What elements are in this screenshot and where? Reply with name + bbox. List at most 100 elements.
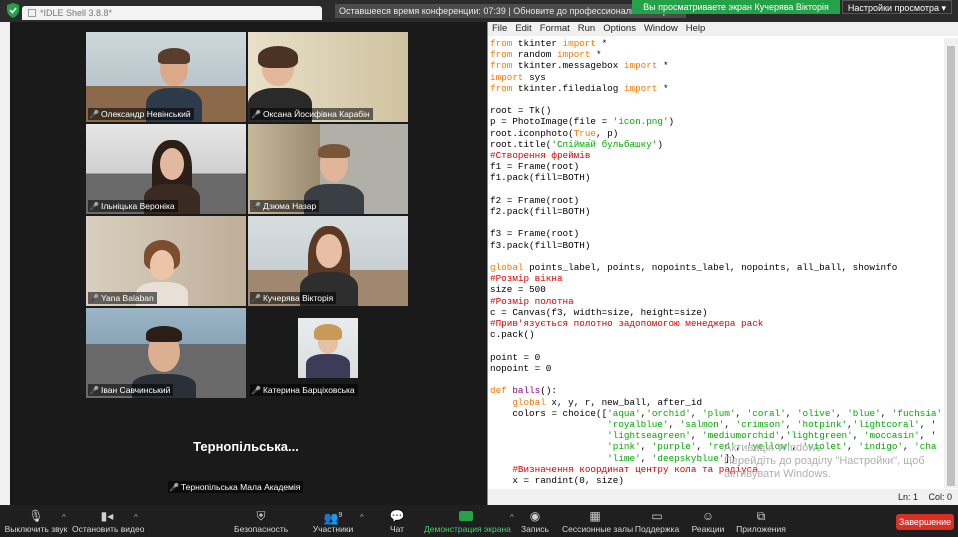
participant-tile[interactable]: 🎤 Оксана Йосифівна Карабін [248, 32, 408, 122]
code-area[interactable]: from tkinter import * from random import … [490, 38, 942, 488]
menu-window[interactable]: Window [644, 23, 678, 34]
share-screen-button[interactable]: Демонстрация экрана [424, 508, 511, 534]
code-token: def [490, 385, 507, 397]
menu-file[interactable]: File [492, 23, 507, 34]
code-token: import [556, 49, 591, 61]
participant-display-label: Тернопільська... [193, 439, 299, 454]
code-token: , [852, 430, 864, 442]
code-token: points_label, points, nopoints_label, no… [523, 262, 898, 274]
muted-mic-icon: 🎤 [89, 110, 99, 119]
code-token: size = 500 [490, 284, 546, 296]
participant-name: 🎤 Дзюма Назар [250, 200, 320, 212]
video-options-caret[interactable]: ^ [134, 513, 138, 522]
code-line: f1 = Frame(root) [490, 161, 942, 172]
code-token: from [490, 60, 513, 72]
code-token: from [490, 82, 513, 94]
code-token: #Визначення координат центру кола та рад… [512, 463, 758, 475]
code-token: (): [540, 385, 557, 397]
code-token: , [836, 407, 848, 419]
participants-options-caret[interactable]: ^ [360, 513, 364, 522]
participant-tile-no-video[interactable]: Тернопільська... 🎤 Тернопільська Мала Ака… [166, 409, 326, 499]
participant-tile[interactable]: 🎤 Yana Balaban [86, 216, 246, 306]
participant-name: 🎤 Тернопільська Мала Академія [168, 481, 304, 493]
code-token: 'olive' [796, 407, 837, 419]
menu-help[interactable]: Help [686, 23, 706, 34]
audio-options-caret[interactable]: ^ [62, 513, 66, 522]
end-meeting-button[interactable]: Завершение [896, 514, 954, 530]
support-button[interactable]: ▭ Поддержка [634, 508, 680, 534]
apps-button[interactable]: ⧉ Приложения [736, 508, 786, 534]
code-token: * [657, 82, 669, 94]
code-token: f2 = Frame(root) [490, 194, 580, 206]
participant-tile[interactable]: 🎤 Дзюма Назар [248, 124, 408, 214]
code-token: root = Tk() [490, 105, 552, 117]
code-token: p = PhotoImage(file = [490, 116, 613, 128]
participant-tile[interactable]: 🎤 Олександр Невінський [86, 32, 246, 122]
participant-tile[interactable]: 🎤 Ільніцька Вероніка [86, 124, 246, 214]
code-token: #Створення фреймів [490, 150, 591, 162]
code-token: , [696, 441, 708, 453]
participants-count: 9 [338, 512, 343, 519]
menu-options[interactable]: Options [603, 23, 636, 34]
code-token: , [785, 407, 797, 419]
participant-tile[interactable]: 🎤 Іван Савчинський [86, 308, 246, 398]
participants-button[interactable]: 👥9 Участники [308, 508, 358, 534]
menu-format[interactable]: Format [540, 23, 570, 34]
code-token: colors = choice([ [490, 407, 608, 419]
code-token: 'icon.png' [612, 116, 669, 128]
breakout-rooms-button[interactable]: ▦ Сессионные залы [562, 508, 633, 534]
view-options-button[interactable]: Настройки просмотра ▾ [842, 0, 952, 14]
code-line: #Створення фреймів [490, 150, 942, 161]
muted-mic-icon: 🎤 [251, 386, 261, 395]
reactions-button[interactable]: ☺ Реакции [690, 508, 726, 534]
code-token: , [690, 407, 703, 419]
apps-icon: ⧉ [756, 509, 766, 523]
participant-tile[interactable]: 🎤 Кучерява Вікторія [248, 216, 408, 306]
code-token: , [668, 418, 680, 430]
participant-name: 🎤 Yana Balaban [88, 292, 157, 304]
editor-scrollbar[interactable] [944, 38, 958, 488]
menu-edit[interactable]: Edit [515, 23, 531, 34]
muted-mic-icon: 🎤 [251, 110, 261, 119]
security-button[interactable]: ⛨ Безопасность [234, 508, 288, 534]
code-token: import [623, 82, 658, 94]
idle-tab-title: *IDLE Shell 3.8.8* [40, 8, 113, 18]
mute-button[interactable]: 🎙 Выключить звук [4, 508, 68, 534]
code-line: f3 = Frame(root) [490, 228, 942, 239]
chat-bubble-icon: 💬 [389, 509, 405, 523]
scrollbar-thumb[interactable] [947, 46, 955, 486]
code-token: f3 = Frame(root) [490, 228, 580, 240]
record-button[interactable]: ◉ Запись [520, 508, 550, 534]
share-options-caret[interactable]: ^ [510, 513, 514, 522]
background-window-strip [0, 22, 10, 505]
participant-name: 🎤 Оксана Йосифівна Карабін [250, 108, 373, 120]
participant-name: 🎤 Катерина Барціховська [250, 384, 358, 396]
code-line: #Розмір вікна [490, 273, 942, 284]
stop-video-button[interactable]: ▮◂ Остановить видео [72, 508, 144, 534]
code-line: nopoint = 0 [490, 363, 942, 374]
chat-button[interactable]: 💬 Чат [384, 508, 410, 534]
code-line: f3.pack(fill=BOTH) [490, 240, 942, 251]
code-token: tkinter.filedialog [512, 82, 624, 94]
idle-window-tab[interactable]: *IDLE Shell 3.8.8* [22, 6, 322, 20]
code-line: from tkinter.messagebox import * [490, 60, 942, 71]
menu-run[interactable]: Run [578, 23, 595, 34]
code-line: global x, y, r, new_ball, after_id [490, 397, 942, 408]
participant-tile[interactable]: 🎤 Катерина Барціховська [248, 308, 408, 398]
code-token: , [724, 418, 736, 430]
code-token: 'aqua' [607, 407, 641, 419]
muted-mic-icon: 🎤 [251, 294, 261, 303]
participant-name: 🎤 Олександр Невінський [88, 108, 194, 120]
code-line: f2.pack(fill=BOTH) [490, 206, 942, 217]
code-token: , [735, 407, 747, 419]
code-token: , [880, 407, 892, 419]
code-line: root.title('Спійма́й бульбашку') [490, 139, 942, 150]
participant-name: 🎤 Ільніцька Вероніка [88, 200, 178, 212]
code-token: ) [657, 138, 663, 150]
code-line: c = Canvas(f3, width=size, height=size) [490, 307, 942, 318]
